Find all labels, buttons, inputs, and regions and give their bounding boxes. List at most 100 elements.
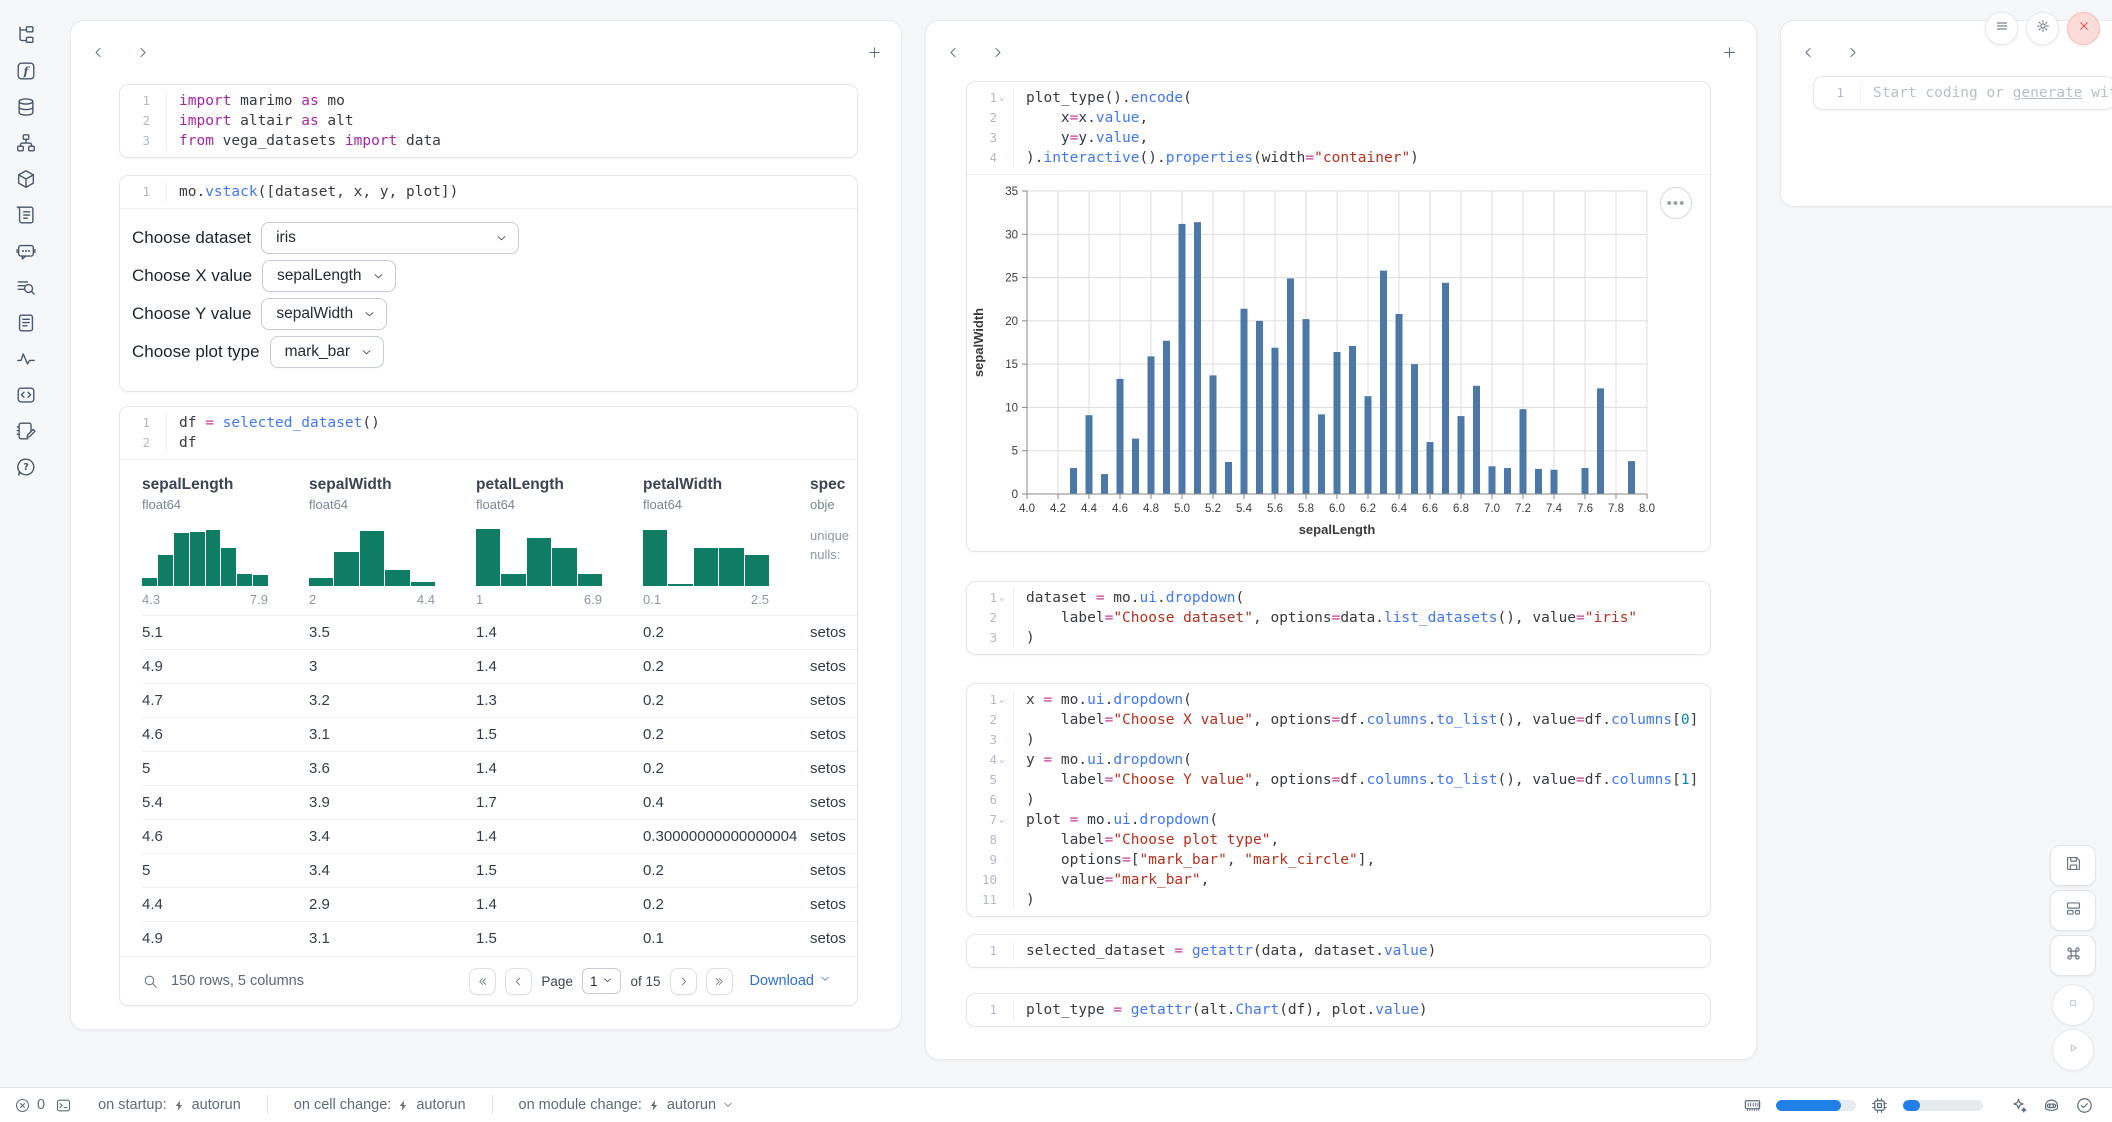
search-icon[interactable] xyxy=(142,973,159,990)
menu-button[interactable] xyxy=(1985,12,2018,45)
cell-chart[interactable]: 1⌄plot_type().encode(2 x=x.value,3 y=y.v… xyxy=(966,81,1711,552)
code-line[interactable]: 3) xyxy=(967,628,1710,648)
bar[interactable] xyxy=(1194,222,1201,494)
code-line[interactable]: 2 x=x.value, xyxy=(967,108,1710,128)
last-page-button[interactable] xyxy=(706,968,733,995)
bar[interactable] xyxy=(1489,466,1496,494)
table-row[interactable]: 5.13.51.40.2setos xyxy=(142,615,857,649)
cell-imports[interactable]: 1import marimo as mo2import altair as al… xyxy=(119,84,858,158)
table-row[interactable]: 53.41.50.2setos xyxy=(142,853,857,887)
chatbot-icon[interactable] xyxy=(14,239,38,263)
terminal-button[interactable] xyxy=(55,1097,72,1114)
table-row[interactable]: 4.42.91.40.2setos xyxy=(142,887,857,921)
code-line[interactable]: 7⌄plot = mo.ui.dropdown( xyxy=(967,810,1710,830)
code-line[interactable]: 1selected_dataset = getattr(data, datase… xyxy=(967,941,1710,961)
code-line[interactable]: 1⌄plot_type().encode( xyxy=(967,88,1710,108)
file-tree-icon[interactable] xyxy=(14,23,38,47)
code-line[interactable]: 11) xyxy=(967,890,1710,910)
cell-vstack[interactable]: 1mo.vstack([dataset, x, y, plot]) Choose… xyxy=(119,175,858,392)
bar[interactable] xyxy=(1148,356,1155,494)
choose-plot-type-select[interactable]: mark_bar xyxy=(270,336,384,368)
altair-chart[interactable]: 4.04.24.44.64.85.05.25.45.65.86.06.26.46… xyxy=(967,179,1710,551)
table-row[interactable]: 4.931.40.2setos xyxy=(142,649,857,683)
bar[interactable] xyxy=(1179,224,1186,494)
code-line[interactable]: 1import marimo as mo xyxy=(120,91,857,111)
bar-chart[interactable]: 4.04.24.44.64.85.05.25.45.65.86.06.26.46… xyxy=(967,179,1710,547)
bar[interactable] xyxy=(1334,352,1341,494)
bar[interactable] xyxy=(1210,375,1217,494)
script-icon[interactable] xyxy=(14,203,38,227)
copilot-icon[interactable] xyxy=(2042,1096,2061,1115)
download-button[interactable]: Download xyxy=(750,973,832,989)
bar[interactable] xyxy=(1628,461,1635,494)
bar[interactable] xyxy=(1086,415,1093,494)
run-button[interactable] xyxy=(2052,1029,2094,1071)
code-line[interactable]: 1df = selected_dataset() xyxy=(120,413,857,433)
on-cell-change-setting[interactable]: on cell change: autorun xyxy=(278,1097,482,1113)
column-next-button[interactable] xyxy=(988,43,1006,61)
bar[interactable] xyxy=(1458,416,1465,494)
bar[interactable] xyxy=(1272,348,1279,494)
choose-y-value-select[interactable]: sepalWidth xyxy=(261,298,387,330)
column-prev-button[interactable] xyxy=(944,43,962,61)
bar[interactable] xyxy=(1349,346,1356,494)
choose-x-value-select[interactable]: sepalLength xyxy=(262,260,395,292)
code-line[interactable]: 1Start coding or generate with xyxy=(1814,83,2112,103)
bar[interactable] xyxy=(1365,396,1372,494)
cell-empty[interactable]: 1Start coding or generate with xyxy=(1813,76,2112,110)
code-line[interactable]: 1mo.vstack([dataset, x, y, plot]) xyxy=(120,182,857,202)
bar[interactable] xyxy=(1520,409,1527,494)
cell-xy-plot-dropdowns[interactable]: 1⌄x = mo.ui.dropdown(2 label="Choose X v… xyxy=(966,683,1711,917)
document-icon[interactable] xyxy=(14,311,38,335)
bar[interactable] xyxy=(1396,314,1403,494)
connection-status-icon[interactable] xyxy=(2075,1096,2094,1115)
bar[interactable] xyxy=(1551,470,1558,494)
bar[interactable] xyxy=(1442,283,1449,494)
cell-dataset-dropdown[interactable]: 1⌄dataset = mo.ui.dropdown(2 label="Choo… xyxy=(966,581,1711,655)
add-cell-button[interactable] xyxy=(1720,43,1738,61)
settings-button[interactable] xyxy=(2026,12,2059,45)
choose-dataset-select[interactable]: iris xyxy=(261,222,519,254)
on-module-change-setting[interactable]: on module change: autorun xyxy=(503,1097,751,1113)
shortcuts-button[interactable] xyxy=(2050,935,2096,976)
ai-sparkles-icon[interactable] xyxy=(2009,1096,2028,1115)
code-line[interactable]: 9 options=["mark_bar", "mark_circle"], xyxy=(967,850,1710,870)
table-row[interactable]: 4.93.11.50.1setos xyxy=(142,921,857,955)
bar[interactable] xyxy=(1303,319,1310,494)
code-line[interactable]: 3 y=y.value, xyxy=(967,128,1710,148)
table-row[interactable]: 53.61.40.2setos xyxy=(142,751,857,785)
table-row[interactable]: 5.43.91.70.4setos xyxy=(142,785,857,819)
bar[interactable] xyxy=(1225,462,1232,494)
table-row[interactable]: 4.73.21.30.2setos xyxy=(142,683,857,717)
code-line[interactable]: 3) xyxy=(967,730,1710,750)
bar[interactable] xyxy=(1163,341,1170,494)
column-header[interactable]: specobjeuniquenulls: xyxy=(810,476,857,615)
bar[interactable] xyxy=(1427,442,1434,494)
code-line[interactable]: 1plot_type = getattr(alt.Chart(df), plot… xyxy=(967,1000,1710,1020)
bar[interactable] xyxy=(1411,364,1418,494)
help-icon[interactable]: ? xyxy=(14,455,38,479)
column-header[interactable]: petalWidthfloat640.12.5 xyxy=(643,476,810,615)
code-line[interactable]: 2 label="Choose dataset", options=data.l… xyxy=(967,608,1710,628)
bar[interactable] xyxy=(1597,388,1604,494)
on-startup-setting[interactable]: on startup: autorun xyxy=(82,1097,257,1113)
bar[interactable] xyxy=(1117,379,1124,494)
table-row[interactable]: 4.63.11.50.2setos xyxy=(142,717,857,751)
code-line[interactable]: 2 label="Choose X value", options=df.col… xyxy=(967,710,1710,730)
prev-page-button[interactable] xyxy=(505,968,532,995)
code-line[interactable]: 1⌄x = mo.ui.dropdown( xyxy=(967,690,1710,710)
code-line[interactable]: 4⌄y = mo.ui.dropdown( xyxy=(967,750,1710,770)
code-snippet-icon[interactable] xyxy=(14,383,38,407)
function-icon[interactable]: f xyxy=(14,59,38,83)
column-header[interactable]: sepalWidthfloat6424.4 xyxy=(309,476,476,615)
column-prev-button[interactable] xyxy=(1799,43,1817,61)
code-line[interactable]: 2import altair as alt xyxy=(120,111,857,131)
database-icon[interactable] xyxy=(14,95,38,119)
bar[interactable] xyxy=(1582,468,1589,494)
bar[interactable] xyxy=(1318,414,1325,494)
chart-menu-button[interactable]: ••• xyxy=(1660,187,1692,219)
add-cell-button[interactable] xyxy=(865,43,883,61)
table-row[interactable]: 4.63.41.40.30000000000000004setos xyxy=(142,819,857,853)
bar[interactable] xyxy=(1132,439,1139,494)
scratchpad-icon[interactable] xyxy=(14,419,38,443)
